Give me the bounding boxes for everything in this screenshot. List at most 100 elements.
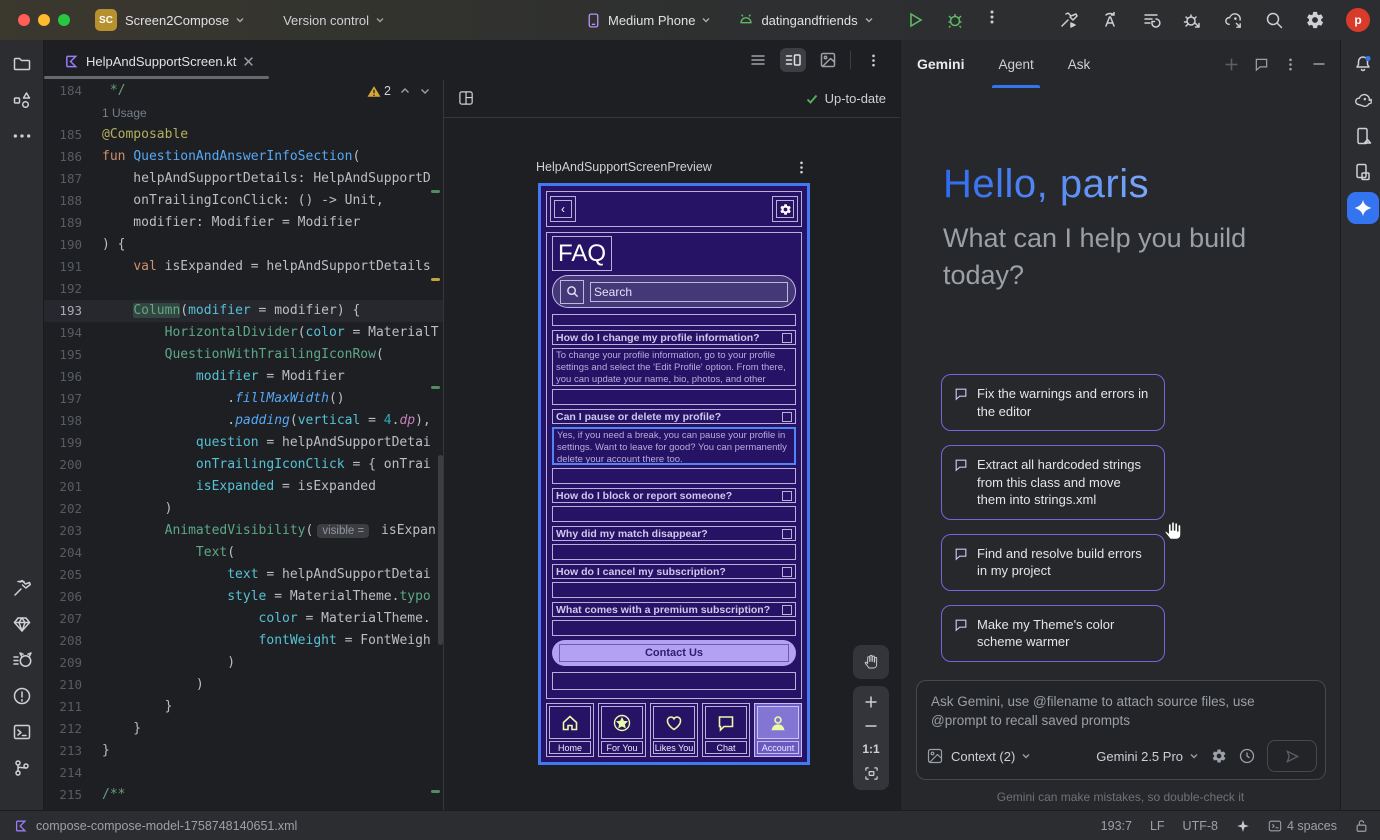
expand-toggle-icon[interactable] — [782, 529, 792, 539]
code-line[interactable]: 191 val isExpanded = helpAndSupportDetai… — [44, 256, 443, 278]
status-file[interactable]: compose-compose-model-1758748140651.xml — [14, 819, 297, 833]
build-hammer-icon[interactable] — [0, 570, 44, 606]
running-devices-icon[interactable] — [1341, 154, 1380, 190]
tab-agent[interactable]: Agent — [998, 40, 1033, 88]
code-line[interactable]: 197 .fillMaxWidth() — [44, 388, 443, 410]
code-line[interactable]: 1 Usage — [44, 102, 443, 124]
device-manager-icon[interactable] — [1341, 118, 1380, 154]
attach-debugger-icon[interactable] — [1182, 10, 1202, 30]
line-ending[interactable]: LF — [1150, 819, 1165, 833]
more-tools-icon[interactable] — [0, 118, 44, 154]
expand-toggle-icon[interactable] — [782, 333, 792, 343]
hide-panel-icon[interactable] — [1312, 57, 1326, 71]
suggestion-chip[interactable]: Extract all hardcoded strings from this … — [941, 445, 1165, 520]
gemini-prompt-input[interactable]: Ask Gemini, use @filename to attach sour… — [916, 680, 1326, 780]
run-icon[interactable] — [905, 10, 925, 30]
code-line[interactable]: 211 } — [44, 696, 443, 718]
change-mark[interactable] — [431, 790, 440, 793]
device-selector[interactable]: Medium Phone — [585, 12, 711, 29]
new-chat-icon[interactable] — [1224, 57, 1239, 72]
notifications-icon[interactable] — [1341, 46, 1380, 82]
unlocked-icon[interactable] — [1355, 819, 1368, 833]
code-editor[interactable]: 184 */1 Usage185@Composable186fun Questi… — [44, 80, 443, 810]
close-window-button[interactable] — [18, 14, 30, 26]
code-line[interactable]: 198 .padding(vertical = 4.dp), — [44, 410, 443, 432]
suggestion-chip[interactable]: Fix the warnings and errors in the edito… — [941, 374, 1165, 431]
zoom-to-fit-button[interactable] — [864, 766, 879, 781]
close-tab-icon[interactable] — [243, 56, 254, 67]
code-line[interactable]: 209 ) — [44, 652, 443, 674]
problems-icon[interactable] — [0, 678, 44, 714]
search-bar[interactable]: Search — [552, 275, 796, 308]
code-line[interactable]: 193 Column(modifier = modifier) { — [44, 300, 443, 322]
previous-problem-icon[interactable] — [399, 85, 411, 97]
faq-question-row[interactable]: Why did my match disappear? — [552, 526, 796, 541]
expand-toggle-icon[interactable] — [782, 412, 792, 422]
nav-item-account[interactable]: Account — [754, 703, 802, 757]
code-line[interactable]: 199 question = helpAndSupportDetai — [44, 432, 443, 454]
tab-scroll-indicator[interactable] — [44, 76, 269, 79]
profile-avatar[interactable]: p — [1346, 8, 1370, 32]
attach-image-icon[interactable] — [927, 748, 943, 764]
code-line[interactable]: 204 Text( — [44, 542, 443, 564]
structure-icon[interactable] — [0, 82, 44, 118]
faq-question-row[interactable]: How do I change my profile information? — [552, 330, 796, 345]
logcat-icon[interactable] — [0, 642, 44, 678]
editor-options-kebab-icon[interactable] — [860, 48, 886, 72]
faq-question-row[interactable]: How do I cancel my subscription? — [552, 564, 796, 579]
zoom-window-button[interactable] — [58, 14, 70, 26]
version-control-branch-icon[interactable] — [0, 750, 44, 786]
code-line[interactable]: 189 modifier: Modifier = Modifier — [44, 212, 443, 234]
minimize-window-button[interactable] — [38, 14, 50, 26]
project-menu[interactable]: Screen2Compose — [125, 13, 245, 28]
view-code-icon[interactable] — [745, 48, 771, 72]
code-line[interactable]: 213} — [44, 740, 443, 762]
tab-ask[interactable]: Ask — [1068, 40, 1091, 88]
back-button[interactable]: ‹ — [550, 196, 576, 222]
project-folder-icon[interactable] — [0, 46, 44, 82]
suggestion-chip[interactable]: Make my Theme's color scheme warmer — [941, 605, 1165, 662]
contact-us-button[interactable]: Contact Us — [552, 640, 796, 666]
more-actions-icon[interactable] — [985, 10, 1005, 30]
gradle-icon[interactable] — [1341, 82, 1380, 118]
gradle-sync-icon[interactable] — [1223, 10, 1243, 30]
zoom-in-button[interactable] — [864, 695, 878, 709]
settings-gear-button[interactable] — [772, 196, 798, 222]
nav-item-for-you[interactable]: For You — [598, 703, 646, 757]
tab-help-and-support-screen[interactable]: HelpAndSupportScreen.kt — [54, 46, 264, 76]
search-input[interactable]: Search — [590, 282, 788, 302]
code-line[interactable]: 203 AnimatedVisibility(visible = isExpan — [44, 520, 443, 542]
inspections-widget[interactable]: 2 — [367, 84, 431, 98]
code-line[interactable]: 200 onTrailingIconClick = { onTrai — [44, 454, 443, 476]
caret-position[interactable]: 193:7 — [1101, 819, 1132, 833]
expand-toggle-icon[interactable] — [782, 491, 792, 501]
code-line[interactable]: 187 helpAndSupportDetails: HelpAndSuppor… — [44, 168, 443, 190]
change-mark[interactable] — [431, 386, 440, 389]
nav-item-likes-you[interactable]: Likes You — [650, 703, 698, 757]
preview-options-kebab-icon[interactable] — [795, 161, 808, 174]
model-selector[interactable]: Gemini 2.5 Pro — [1096, 749, 1199, 764]
code-line[interactable]: 205 text = helpAndSupportDetai — [44, 564, 443, 586]
code-line[interactable]: 215/** — [44, 784, 443, 806]
settings-icon[interactable] — [1305, 10, 1325, 30]
nav-item-home[interactable]: Home — [546, 703, 594, 757]
wireframe-phone-preview[interactable]: ‹ FAQ Search How do I change my profile … — [538, 183, 810, 765]
preview-name[interactable]: HelpAndSupportScreenPreview — [536, 160, 712, 174]
code-line[interactable]: 212 } — [44, 718, 443, 740]
zoom-out-button[interactable] — [864, 719, 878, 733]
chat-history-icon[interactable] — [1254, 57, 1269, 72]
code-line[interactable]: 201 isExpanded = isExpanded — [44, 476, 443, 498]
gemini-settings-gear-icon[interactable] — [1211, 748, 1227, 764]
app-quality-insights-icon[interactable] — [0, 606, 44, 642]
expand-toggle-icon[interactable] — [782, 605, 792, 615]
next-problem-icon[interactable] — [419, 85, 431, 97]
change-mark[interactable] — [431, 190, 440, 193]
code-line[interactable]: 190) { — [44, 234, 443, 256]
code-line[interactable]: 206 style = MaterialTheme.typo — [44, 586, 443, 608]
search-everywhere-icon[interactable] — [1264, 10, 1284, 30]
nav-item-chat[interactable]: Chat — [702, 703, 750, 757]
git-branch-selector[interactable]: datingandfriends — [737, 11, 873, 29]
send-prompt-button[interactable] — [1267, 740, 1317, 772]
code-line[interactable]: 192 — [44, 278, 443, 300]
more-options-kebab-icon[interactable] — [1284, 58, 1297, 71]
